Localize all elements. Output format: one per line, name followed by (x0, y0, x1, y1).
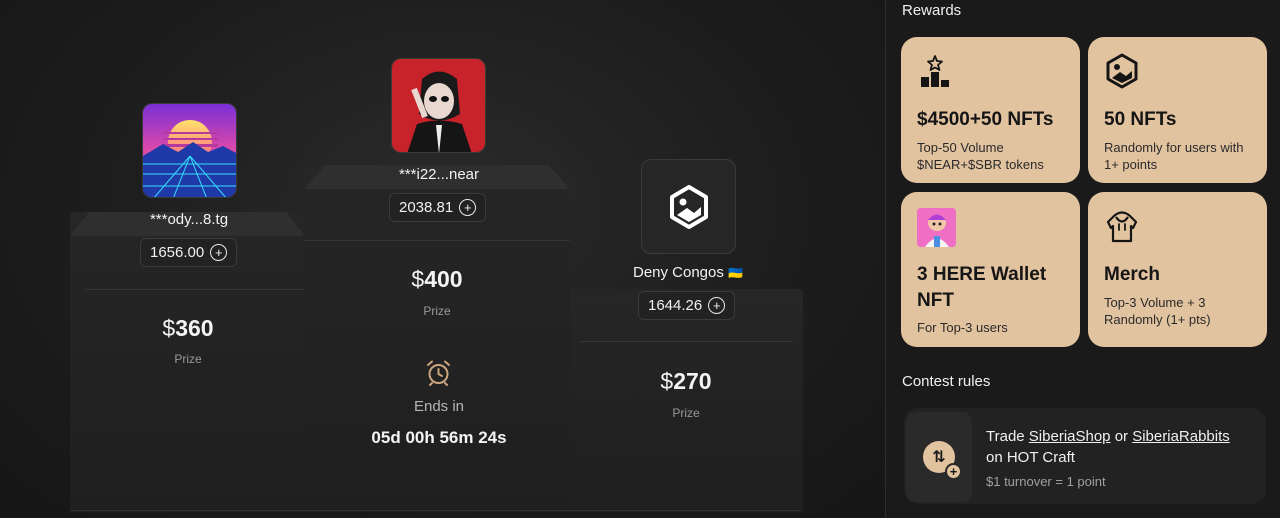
prize-amount-third: $270 (660, 368, 712, 394)
synthwave-avatar-image (143, 104, 236, 197)
countdown-timer: 05d 00h 56m 24s (371, 428, 507, 447)
red-portrait-avatar-image (392, 59, 485, 152)
card-title: Merch (1104, 264, 1160, 285)
rewards-title: Rewards (902, 2, 962, 19)
username-second: ***ody...8.tg (149, 211, 229, 228)
rule-text: Trade SiberiaShop or SiberiaRabbits on H… (986, 428, 1230, 466)
prize-label-first: Prize (423, 304, 451, 318)
reward-card-here-wallet[interactable]: 3 HERE Wallet NFT For Top-3 users (901, 192, 1080, 347)
score-value: 2038.81 (399, 199, 454, 216)
card-title: 3 HERE Wallet NFT (917, 264, 1047, 311)
wallet-nft-avatar (917, 208, 956, 247)
nft-image-icon (1104, 53, 1140, 89)
link-siberiarabbits[interactable]: SiberiaRabbits (1132, 428, 1230, 445)
card-subtitle: Top-50 Volume $NEAR+$SBR tokens (917, 139, 1044, 172)
prize-label-third: Prize (672, 406, 700, 420)
merch-hoodie-icon (1104, 208, 1140, 244)
score-badge-second[interactable]: 1656.00 + (140, 238, 238, 267)
podium-star-icon (917, 53, 953, 89)
add-circle-icon: + (459, 199, 477, 216)
currency-symbol: $ (411, 266, 425, 292)
card-subtitle: Randomly for users with 1+ points (1104, 139, 1244, 172)
avatar-first[interactable] (391, 58, 486, 153)
card-title: 50 NFTs (1104, 109, 1177, 130)
avatar-second[interactable] (142, 103, 237, 198)
currency-symbol: $ (660, 368, 674, 394)
card-subtitle: For Top-3 users (917, 320, 1008, 336)
card-subtitle: Top-3 Volume + 3 Randomly (1+ pts) (1104, 294, 1211, 327)
leaderboard-stage: ***ody...8.tg ***i22...near Deny Congos … (0, 0, 885, 518)
prize-label-second: Prize (174, 352, 202, 366)
rule-icon-box: ⇅ + (906, 412, 972, 502)
prize-amount-second: $360 (162, 315, 214, 341)
alarm-clock-icon (425, 359, 452, 391)
rule-note: $1 turnover = 1 point (986, 474, 1106, 489)
reward-card-50nfts[interactable]: 50 NFTs Randomly for users with 1+ point… (1088, 37, 1267, 183)
contest-rule-card: ⇅ + Trade SiberiaShop or SiberiaRabbits … (904, 408, 1266, 504)
contest-rules-title: Contest rules (902, 373, 991, 390)
currency-symbol: $ (162, 315, 176, 341)
username-first: ***i22...near (398, 166, 480, 183)
link-siberiashop[interactable]: SiberiaShop (1029, 428, 1111, 445)
reward-card-top50[interactable]: $4500+50 NFTs Top-50 Volume $NEAR+$SBR t… (901, 37, 1080, 183)
add-circle-icon: + (210, 244, 228, 261)
username-third-wrap: Deny Congos 🇺🇦 (588, 264, 788, 281)
add-circle-icon: + (708, 297, 726, 314)
ends-in-label: Ends in (413, 398, 465, 415)
card-title: $4500+50 NFTs (917, 109, 1054, 130)
rewards-sidebar: Rewards $4500+50 NFTs Top-50 Volume $NEA… (886, 0, 1280, 518)
score-value: 1656.00 (150, 244, 205, 261)
score-badge-first[interactable]: 2038.81 + (389, 193, 487, 222)
score-value: 1644.26 (648, 297, 703, 314)
avatar-third[interactable] (641, 159, 736, 254)
username-third: Deny Congos (632, 264, 724, 281)
ukraine-flag-icon: 🇺🇦 (728, 266, 743, 280)
reward-card-merch[interactable]: Merch Top-3 Volume + 3 Randomly (1+ pts) (1088, 192, 1267, 347)
podium-third (570, 289, 803, 512)
add-mini-icon: + (945, 463, 962, 480)
nft-image-icon (669, 185, 709, 234)
trade-coin-icon: ⇅ + (923, 441, 962, 480)
prize-amount-first: $400 (411, 266, 463, 292)
score-badge-third[interactable]: 1644.26 + (638, 291, 736, 320)
